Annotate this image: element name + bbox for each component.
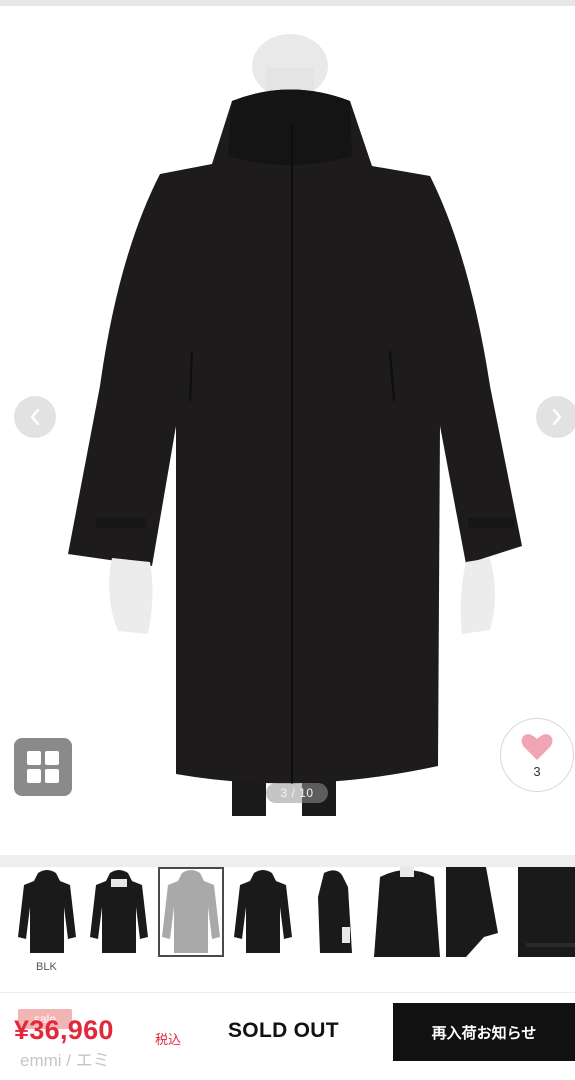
restock-notify-button[interactable]: 再入荷お知らせ	[393, 1003, 575, 1061]
thumbnail-6[interactable]	[374, 867, 440, 957]
grid-icon	[27, 751, 59, 783]
image-page-indicator: 3 / 10	[266, 783, 328, 803]
thumbnail-4[interactable]	[230, 867, 296, 957]
favorite-button[interactable]: 3	[500, 718, 574, 792]
favorite-count: 3	[533, 763, 541, 779]
thumbnail-coat-image	[90, 870, 148, 953]
brand-name[interactable]: emmi / エミ	[20, 1046, 110, 1071]
chevron-right-icon	[552, 408, 562, 426]
sold-out-status: SOLD OUT	[228, 1019, 339, 1042]
thumbnail-coat-image	[446, 867, 498, 957]
thumbnail-coat-image	[374, 867, 440, 957]
thumbnail-1[interactable]	[14, 867, 80, 957]
thumbnail-3[interactable]	[158, 867, 224, 957]
thumbnail-2[interactable]	[86, 867, 152, 957]
thumbnail-coat-image	[518, 867, 575, 957]
chevron-left-icon	[30, 408, 40, 426]
thumbnail-coat-image	[318, 870, 352, 953]
thumbnail-strip[interactable]	[0, 867, 575, 957]
grid-view-button[interactable]	[14, 738, 72, 796]
previous-image-button[interactable]	[14, 396, 56, 438]
product-main-image[interactable]: 3 / 10	[0, 6, 575, 826]
tax-label: 税込	[155, 1032, 182, 1047]
thumbnail-coat-image	[162, 870, 220, 953]
thumbnail-band	[0, 855, 575, 867]
thumbnail-8[interactable]	[518, 867, 575, 957]
thumbnail-7[interactable]	[446, 867, 512, 957]
thumbnail-5[interactable]	[302, 867, 368, 957]
thumbnail-coat-image	[234, 870, 292, 953]
next-image-button[interactable]	[536, 396, 575, 438]
price: ¥36,960	[14, 1015, 114, 1045]
thumbnail-coat-image	[18, 870, 76, 953]
heart-icon	[521, 733, 553, 760]
coat-on-mannequin-image	[68, 34, 522, 816]
color-label: BLK	[36, 961, 57, 973]
